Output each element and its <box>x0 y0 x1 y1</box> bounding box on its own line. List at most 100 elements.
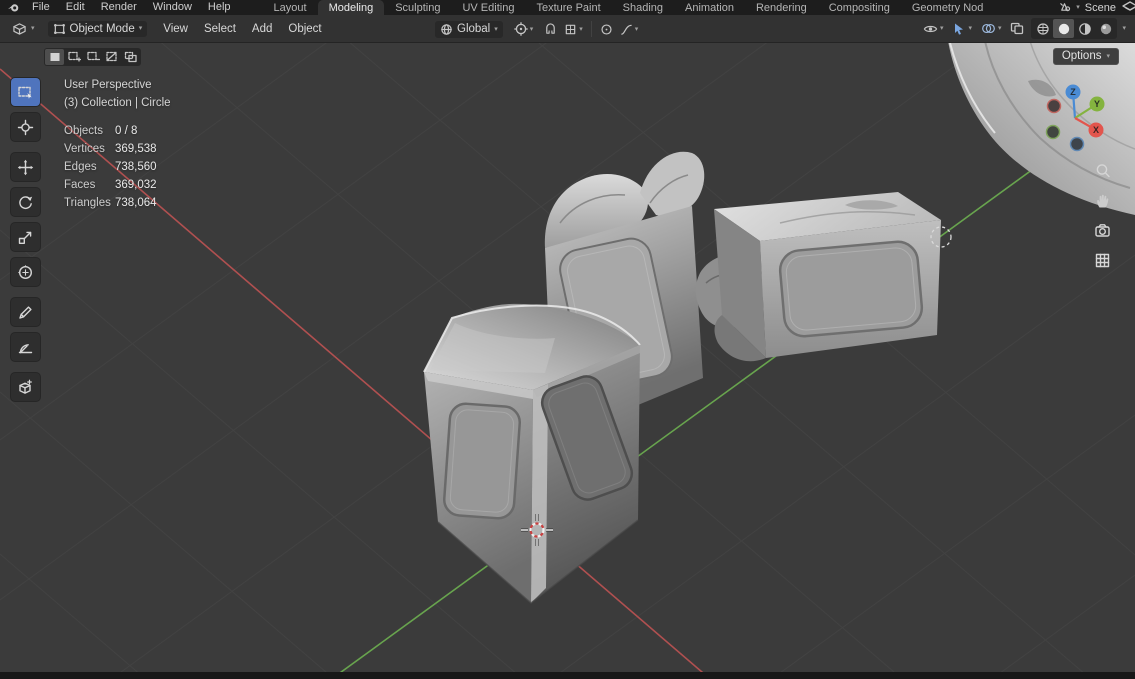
pan-hand-icon[interactable] <box>1091 189 1113 211</box>
stat-value: 738,064 <box>115 197 157 209</box>
stat-label: Objects <box>64 125 103 137</box>
tab-shading[interactable]: Shading <box>612 0 674 15</box>
workspace-tabs: Layout Modeling Sculpting UV Editing Tex… <box>263 0 995 15</box>
orientation-selector[interactable]: Global ▾ <box>435 20 503 38</box>
snap-toggle-icon[interactable] <box>542 22 559 37</box>
stat-value: 369,538 <box>115 143 157 155</box>
gizmos-toggle[interactable]: ▾ <box>950 21 974 36</box>
shading-wireframe-icon[interactable] <box>1032 19 1053 38</box>
status-bar <box>0 672 1135 679</box>
viewport-3d[interactable]: Options ▾ User Perspective (3) Collectio… <box>0 43 1135 672</box>
orientation-caret-icon: ▾ <box>494 25 498 33</box>
options-label: Options <box>1061 50 1102 62</box>
gizmo-axis-neg-z[interactable] <box>1069 136 1085 152</box>
tab-uv-editing[interactable]: UV Editing <box>451 0 525 15</box>
tool-annotate-button[interactable] <box>11 298 40 326</box>
options-caret-icon: ▾ <box>1106 52 1110 60</box>
blender-menu-icon[interactable] <box>7 2 20 13</box>
menu-help[interactable]: Help <box>200 0 239 15</box>
menu-object[interactable]: Object <box>280 23 329 35</box>
mesh-object-lying-box[interactable] <box>695 192 941 362</box>
menu-add[interactable]: Add <box>244 23 280 35</box>
tool-measure-button[interactable] <box>11 333 40 361</box>
tool-scale-button[interactable] <box>11 223 40 251</box>
tab-animation[interactable]: Animation <box>674 0 745 15</box>
mode-caret-icon: ▾ <box>138 25 143 32</box>
scene-statistics: Objects 0 / 8 Vertices 369,538 Edges 738,56… <box>64 122 171 212</box>
tool-transform-button[interactable] <box>11 258 40 286</box>
viewport-header: ▾ Object Mode ▾ View Select Add Object G… <box>0 15 1135 43</box>
ortho-grid-icon[interactable] <box>1091 249 1113 271</box>
gizmo-z-label: Z <box>1070 87 1076 97</box>
tab-layout[interactable]: Layout <box>263 0 318 15</box>
tab-sculpting[interactable]: Sculpting <box>384 0 451 15</box>
select-mode-invert-icon[interactable] <box>102 49 121 65</box>
xray-toggle[interactable] <box>1008 21 1026 36</box>
tool-cursor-button[interactable] <box>11 113 40 141</box>
view-layer-icon[interactable] <box>1121 0 1135 15</box>
pivot-point-selector[interactable]: ▾ <box>512 21 536 37</box>
gizmo-y-label: Y <box>1094 99 1100 109</box>
navigation-gizmo[interactable]: Z Y X <box>1037 80 1113 156</box>
tab-texture-paint[interactable]: Texture Paint <box>525 0 611 15</box>
tool-move-button[interactable] <box>11 153 40 181</box>
options-button[interactable]: Options ▾ <box>1052 48 1119 65</box>
shading-solid-icon[interactable] <box>1053 19 1075 38</box>
gizmo-axis-neg-y[interactable] <box>1045 124 1061 140</box>
snap-target-selector[interactable]: ▾ <box>562 22 585 37</box>
select-mode-group <box>44 47 141 66</box>
active-collection-label: (3) Collection | Circle <box>64 97 171 109</box>
editor-type-selector[interactable]: ▾ <box>7 20 40 37</box>
scene-icon <box>1058 1 1071 15</box>
shading-options-caret-icon[interactable]: ▾ <box>1122 25 1126 32</box>
stat-value: 0 / 8 <box>115 125 138 137</box>
tab-rendering[interactable]: Rendering <box>745 0 818 15</box>
select-mode-new-icon[interactable] <box>45 48 64 65</box>
stat-value: 738,560 <box>115 161 157 173</box>
tab-compositing[interactable]: Compositing <box>818 0 901 15</box>
menu-file[interactable]: File <box>24 0 58 15</box>
menu-window[interactable]: Window <box>145 0 200 15</box>
stat-label: Faces <box>64 179 96 191</box>
tab-geometry-nodes[interactable]: Geometry Nod <box>901 0 995 15</box>
tool-select-box-button[interactable] <box>11 78 40 106</box>
stat-label: Vertices <box>64 143 105 155</box>
viewport-info-overlay: User Perspective (3) Collection | Circle… <box>64 76 171 212</box>
blender-window: File Edit Render Window Help Layout Mode… <box>0 0 1135 679</box>
gizmo-x-label: X <box>1093 125 1099 135</box>
select-mode-subtract-icon[interactable] <box>83 49 102 65</box>
menu-edit[interactable]: Edit <box>58 0 93 15</box>
stat-value: 369,032 <box>115 179 157 191</box>
select-mode-extend-icon[interactable] <box>64 49 83 65</box>
tool-rotate-button[interactable] <box>11 188 40 216</box>
overlays-toggle[interactable]: ▾ <box>979 21 1004 36</box>
mesh-object-front-bag[interactable] <box>423 303 641 604</box>
gizmo-axis-neg-x[interactable] <box>1046 98 1062 114</box>
tab-modeling[interactable]: Modeling <box>317 0 385 15</box>
menu-select[interactable]: Select <box>196 23 244 35</box>
mode-selector[interactable]: Object Mode ▾ <box>47 20 148 37</box>
viewport-display-controls: ▾ ▾ ▾ ▾ <box>921 18 1128 39</box>
tool-add-cube-button[interactable] <box>11 373 40 401</box>
scene-caret-icon: ▾ <box>1076 4 1080 11</box>
menu-view[interactable]: View <box>155 23 196 35</box>
mode-label: Object Mode <box>69 22 135 35</box>
toolbar-left <box>11 78 40 408</box>
shading-rendered-icon[interactable] <box>1095 19 1116 38</box>
shading-material-icon[interactable] <box>1074 19 1095 38</box>
camera-view-icon[interactable] <box>1091 219 1113 241</box>
view-perspective-label: User Perspective <box>64 79 152 91</box>
visibility-filter-selector[interactable]: ▾ <box>921 22 946 36</box>
stat-label: Triangles <box>64 197 111 209</box>
menu-render[interactable]: Render <box>93 0 145 15</box>
transform-controls: Global ▾ ▾ ▾ ▾ <box>435 15 640 43</box>
editor-caret-icon: ▾ <box>31 25 35 32</box>
proportional-editing-icon[interactable] <box>598 22 615 37</box>
select-mode-intersect-icon[interactable] <box>121 49 140 65</box>
stat-label: Edges <box>64 161 97 173</box>
scene-name[interactable]: Scene <box>1085 2 1116 14</box>
zoom-icon[interactable] <box>1091 159 1113 181</box>
proportional-falloff-selector[interactable]: ▾ <box>618 22 641 37</box>
orientation-label: Global <box>457 23 491 35</box>
scene-selector[interactable]: ▾ Scene <box>1052 0 1135 15</box>
